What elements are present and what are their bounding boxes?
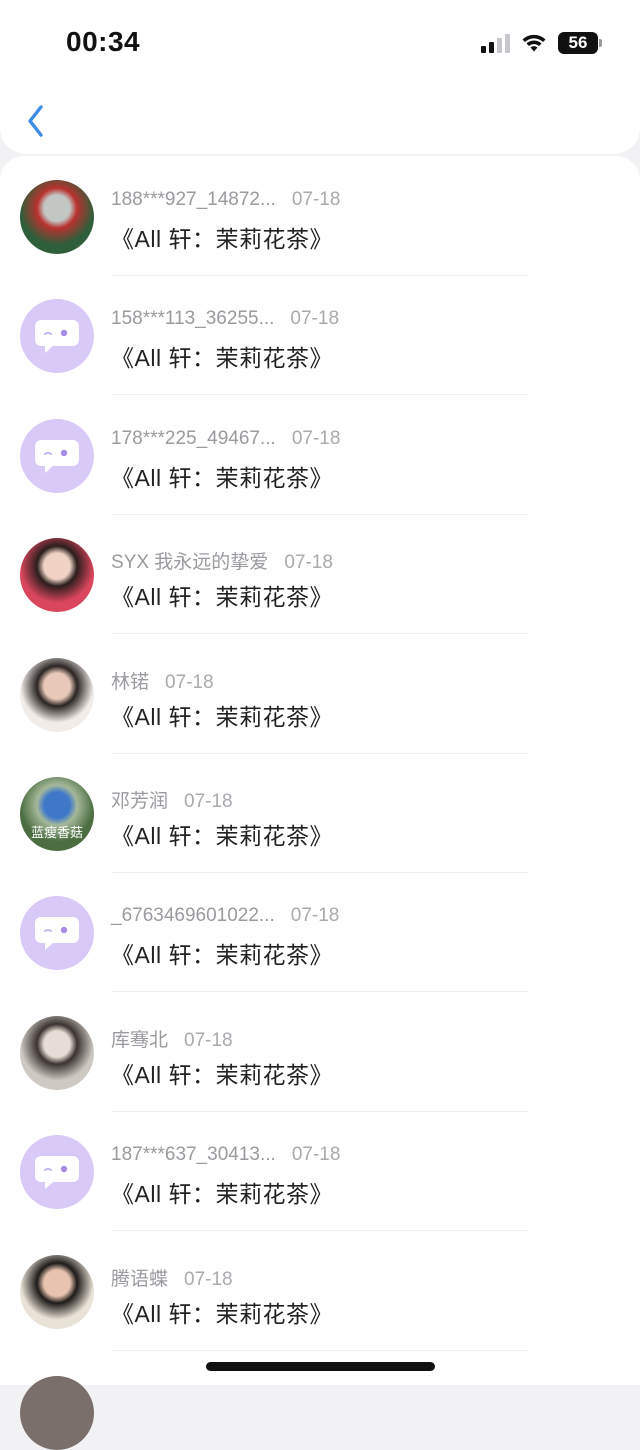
chat-bubble-icon (35, 439, 79, 473)
username: 库骞北 (111, 1029, 169, 1051)
list-item[interactable]: SYX 我永远的挚爱 07-18 《All 轩：茉莉花茶》 (0, 514, 640, 635)
wifi-icon (522, 34, 546, 52)
username: _6763469601022... (111, 905, 275, 927)
date: 07-18 (184, 1268, 233, 1290)
message-text: 《All 轩：茉莉花茶》 (111, 226, 333, 252)
avatar (20, 1376, 94, 1450)
status-time: 00:34 (66, 26, 141, 57)
username: SYX 我永远的挚爱 (111, 552, 269, 574)
username: 腾语蝶 (111, 1268, 169, 1290)
list-item[interactable]: 187***637_30413... 07-18 《All 轩：茉莉花茶》 (0, 1111, 640, 1232)
date: 07-18 (290, 308, 340, 330)
date: 07-18 (184, 791, 233, 812)
battery-level: 56 (568, 33, 588, 52)
date: 07-18 (291, 427, 341, 449)
list-item[interactable]: 178***225_49467... 07-18 《All 轩：茉莉花茶》 (0, 395, 640, 515)
chat-bubble-icon (35, 320, 79, 354)
name-line: 库骞北 07-18 (111, 1025, 233, 1052)
chat-bubble-icon (35, 917, 79, 951)
name-line: 187***637_30413... 07-18 (111, 1144, 340, 1166)
list-item[interactable]: _6763469601022... 07-18 《All 轩：茉莉花茶》 (0, 872, 640, 993)
date: 07-18 (165, 671, 214, 693)
avatar[interactable]: 蓝瘦香菇 (20, 777, 94, 851)
name-line: SYX 我永远的挚爱 07-18 (111, 547, 333, 574)
avatar[interactable] (20, 657, 94, 732)
avatar[interactable] (20, 1015, 94, 1090)
message-text: 《All 轩：茉莉花茶》 (111, 464, 333, 491)
username: 邓芳润 (111, 791, 169, 812)
date: 07-18 (290, 905, 340, 927)
message-text: 《All 轩：茉莉花茶》 (111, 942, 333, 969)
chat-bubble-icon (35, 1156, 79, 1190)
user-list: 188***927_14872... 07-18 《All 轩：茉莉花茶》 158**… (0, 156, 640, 1385)
chevron-left-icon[interactable] (22, 102, 52, 140)
avatar[interactable] (20, 538, 94, 613)
username: 178***225_49467... (111, 427, 276, 449)
message-text: 《All 轩：茉莉花茶》 (111, 703, 333, 730)
username: 158***113_36255... (111, 308, 275, 330)
home-indicator (206, 1362, 435, 1371)
message-text: 《All 轩：茉莉花茶》 (111, 1061, 333, 1088)
username: 188***927_14872... (111, 189, 276, 210)
name-line: 178***225_49467... 07-18 (111, 428, 340, 450)
date: 07-18 (291, 1144, 341, 1166)
avatar[interactable] (20, 1254, 94, 1329)
date: 07-18 (184, 1029, 233, 1051)
list-item[interactable]: 库骞北 07-18 《All 轩：茉莉花茶》 (0, 992, 640, 1112)
status-icons: 56 (481, 30, 602, 56)
name-line: 158***113_36255... 07-18 (111, 308, 339, 330)
date: 07-18 (284, 552, 333, 574)
username: 林锘 (111, 671, 150, 693)
message-text: 《All 轩：茉莉花茶》 (111, 823, 333, 849)
avatar[interactable] (20, 418, 94, 493)
list-item[interactable]: 蓝瘦香菇 邓芳润 07-18 《All 轩：茉莉花茶》 (0, 753, 640, 873)
message-text: 《All 轩：茉莉花茶》 (111, 584, 333, 611)
name-line: 邓芳润 07-18 (111, 786, 233, 813)
battery-icon: 56 (558, 32, 602, 54)
name-line: 林锘 07-18 (111, 667, 214, 694)
list-item[interactable]: 188***927_14872... 07-18 《All 轩：茉莉花茶》 (0, 156, 640, 276)
list-item[interactable]: 158***113_36255... 07-18 《All 轩：茉莉花茶》 (0, 275, 640, 396)
message-text: 《All 轩：茉莉花茶》 (111, 1181, 333, 1208)
name-line: _6763469601022... 07-18 (111, 905, 339, 927)
message-text: 《All 轩：茉莉花茶》 (111, 345, 333, 372)
avatar[interactable] (20, 1135, 94, 1210)
divider (111, 1349, 528, 1351)
top-bar: 00:34 56 (0, 0, 640, 154)
list-item[interactable]: 腾语蝶 07-18 《All 轩：茉莉花茶》 (0, 1231, 640, 1351)
avatar-caption: 蓝瘦香菇 (30, 825, 83, 840)
avatar[interactable] (20, 896, 94, 971)
username: 187***637_30413... (111, 1144, 276, 1166)
list-item[interactable]: 林锘 07-18 《All 轩：茉莉花茶》 (0, 634, 640, 754)
avatar[interactable] (20, 180, 94, 254)
date: 07-18 (291, 189, 341, 210)
name-line: 腾语蝶 07-18 (111, 1264, 233, 1291)
message-text: 《All 轩：茉莉花茶》 (111, 1300, 333, 1327)
avatar[interactable] (20, 299, 94, 374)
cellular-signal-icon (481, 33, 510, 53)
name-line: 188***927_14872... 07-18 (111, 189, 340, 211)
